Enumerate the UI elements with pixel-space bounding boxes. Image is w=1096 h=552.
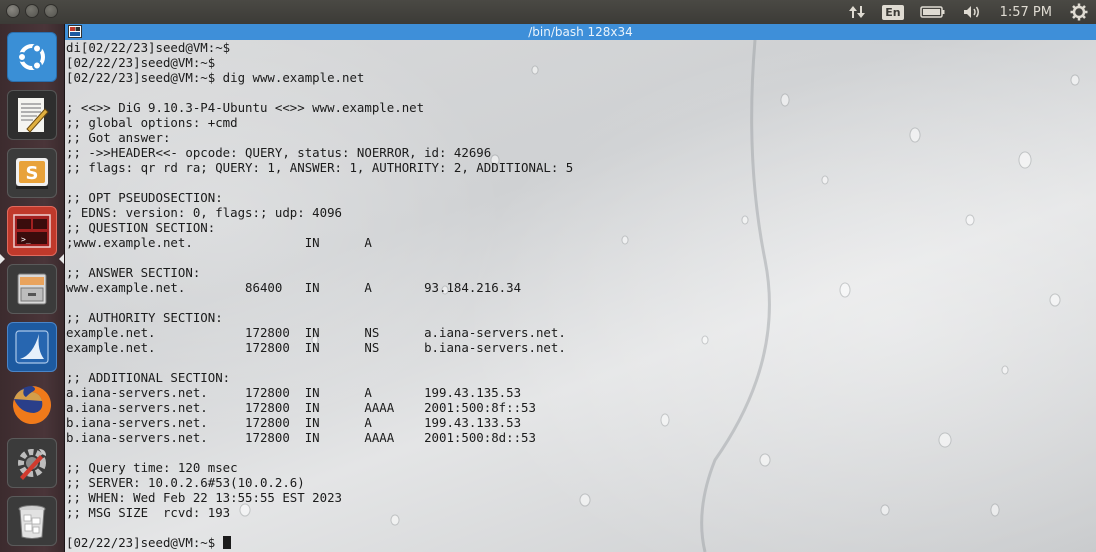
launcher-item-dash[interactable] <box>7 32 57 82</box>
launcher-item-trash[interactable] <box>7 496 57 546</box>
terminal-line: ;; ADDITIONAL SECTION: <box>66 370 231 385</box>
terminal-line: [02/22/23]seed@VM:~$ dig www.example.net <box>66 70 365 85</box>
launcher-item-settings[interactable] <box>7 438 57 488</box>
language-indicator[interactable]: En <box>874 0 911 24</box>
battery-icon[interactable] <box>912 0 954 24</box>
terminal-line: ;; global options: +cmd <box>66 115 238 130</box>
terminal-line: b.iana-servers.net. 172800 IN AAAA 2001:… <box>66 430 536 445</box>
svg-text:>_: >_ <box>21 235 31 244</box>
terminal-line: b.iana-servers.net. 172800 IN A 199.43.1… <box>66 415 522 430</box>
trash-icon <box>18 505 46 539</box>
terminal-title: /bin/bash 128x34 <box>528 25 633 39</box>
terminal-line: ;; QUESTION SECTION: <box>66 220 216 235</box>
terminal-line: ;; ANSWER SECTION: <box>66 265 201 280</box>
terminal-line: example.net. 172800 IN NS a.iana-servers… <box>66 325 566 340</box>
launcher-item-sublime-text[interactable]: S <box>7 148 57 198</box>
terminal-line: ; <<>> DiG 9.10.3-P4-Ubuntu <<>> www.exa… <box>66 100 425 115</box>
svg-text:S: S <box>26 163 39 184</box>
language-label: En <box>882 4 904 20</box>
active-indicator-left <box>0 254 5 264</box>
launcher: S >_ <box>0 24 65 552</box>
terminal-line: ;; flags: qr rd ra; QUERY: 1, ANSWER: 1,… <box>66 160 574 175</box>
wireshark-fin-icon <box>15 330 49 364</box>
ubuntu-logo-icon <box>17 43 45 71</box>
top-panel: En 1:57 PM <box>0 0 1096 24</box>
terminal-line: ;; OPT PSEUDOSECTION: <box>66 190 223 205</box>
terminal-line: ;; AUTHORITY SECTION: <box>66 310 223 325</box>
terminal-line: di[02/22/23]seed@VM:~$ <box>66 40 231 55</box>
terminal-line: ; EDNS: version: 0, flags:; udp: 4096 <box>66 205 343 220</box>
terminal-line: ;; SERVER: 10.0.2.6#53(10.0.2.6) <box>66 475 305 490</box>
launcher-item-files[interactable] <box>7 264 57 314</box>
text-editor-icon <box>18 98 49 133</box>
window-maximize-button[interactable] <box>44 4 58 18</box>
terminal-app-icon <box>68 25 82 38</box>
window-controls <box>6 4 58 18</box>
active-indicator-right <box>59 254 64 264</box>
sublime-text-icon: S <box>16 158 48 189</box>
terminal-line: ;; ->>HEADER<<- opcode: QUERY, status: N… <box>66 145 492 160</box>
window-close-button[interactable] <box>6 4 20 18</box>
settings-tools-icon <box>18 449 46 480</box>
terminal-line: ;; Query time: 120 msec <box>66 460 238 475</box>
terminal-line: ;www.example.net. IN A <box>66 235 372 250</box>
terminal-line: ;; WHEN: Wed Feb 22 13:55:55 EST 2023 <box>66 490 343 505</box>
terminal-line: example.net. 172800 IN NS b.iana-servers… <box>66 340 566 355</box>
window-minimize-button[interactable] <box>25 4 39 18</box>
clock[interactable]: 1:57 PM <box>990 5 1062 20</box>
settings-gear-icon[interactable] <box>1062 0 1096 24</box>
terminal-line: a.iana-servers.net. 172800 IN A 199.43.1… <box>66 385 522 400</box>
terminal-line: ;; MSG SIZE rcvd: 193 <box>66 505 231 520</box>
network-updown-icon[interactable] <box>840 0 874 24</box>
terminal-line: [02/22/23]seed@VM:~$ <box>66 55 216 70</box>
system-tray: En 1:57 PM <box>840 0 1096 24</box>
terminal-line: a.iana-servers.net. 172800 IN AAAA 2001:… <box>66 400 536 415</box>
launcher-item-text-editor[interactable] <box>7 90 57 140</box>
file-cabinet-icon <box>17 273 47 305</box>
launcher-item-wireshark[interactable] <box>7 322 57 372</box>
terminal-line: [02/22/23]seed@VM:~$ <box>66 535 573 550</box>
terminal-line: ;; Got answer: <box>66 130 171 145</box>
launcher-item-terminal[interactable]: >_ <box>7 206 57 256</box>
terminal-cursor <box>222 536 231 549</box>
volume-icon[interactable] <box>954 0 990 24</box>
terminal-title-bar[interactable]: /bin/bash 128x34 <box>65 24 1096 40</box>
terminal-text: di[02/22/23]seed@VM:~$ [02/22/23]seed@VM:… <box>66 40 573 550</box>
firefox-icon <box>13 385 52 424</box>
launcher-item-firefox[interactable] <box>7 380 57 430</box>
terminal-icon: >_ <box>13 214 51 248</box>
terminal-output[interactable]: di[02/22/23]seed@VM:~$ [02/22/23]seed@VM:… <box>65 40 1096 552</box>
terminal-line: www.example.net. 86400 IN A 93.184.216.3… <box>66 280 522 295</box>
